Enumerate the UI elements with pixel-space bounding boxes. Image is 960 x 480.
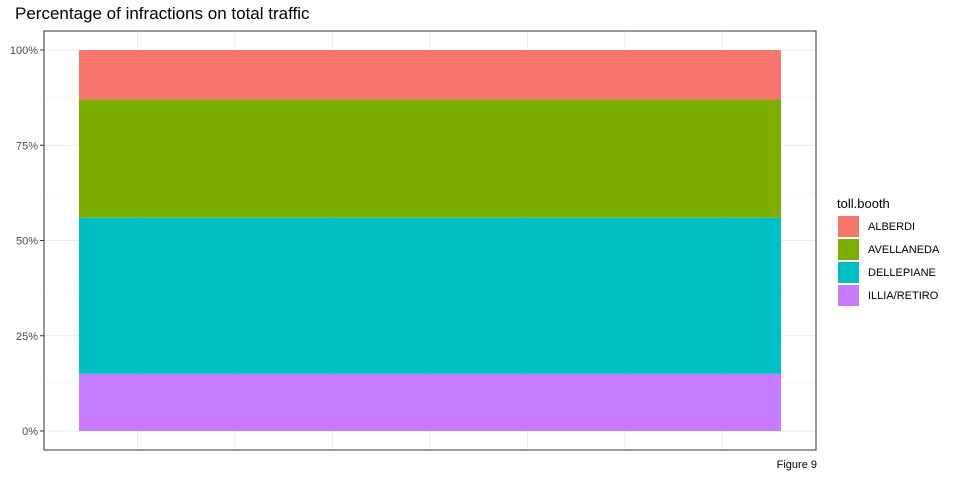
figure-caption: Figure 9 [776, 459, 817, 471]
plot-area: 0% 25% 50% 75% 100% [10, 30, 817, 451]
legend-item: AVELLANEDA [838, 238, 939, 261]
y-tick-label: 0% [22, 426, 38, 438]
legend-item: ILLIA/RETIRO [838, 284, 939, 307]
legend-title: toll.booth [837, 196, 890, 211]
legend-key [838, 285, 859, 306]
bar-segment-dellepiane [79, 217, 781, 374]
legend: toll.booth ALBERDI AVELLANEDA DELLEPIANE IL… [837, 196, 939, 307]
bar-segment-avellaneda [79, 99, 781, 218]
bar-segment-alberdi [79, 50, 781, 100]
y-tick-label: 50% [16, 236, 38, 248]
legend-key [838, 216, 859, 237]
y-tick-label: 75% [16, 140, 38, 152]
legend-item: DELLEPIANE [838, 261, 939, 284]
y-tick-label: 25% [16, 331, 38, 343]
legend-key [838, 239, 859, 260]
legend-label: ILLIA/RETIRO [868, 289, 939, 302]
legend-label: AVELLANEDA [868, 243, 940, 256]
y-tick-label: 100% [10, 45, 38, 57]
legend-label: ALBERDI [868, 220, 916, 233]
bar-segment-illia-retiro [79, 373, 781, 431]
legend-label: DELLEPIANE [868, 266, 936, 279]
legend-item: ALBERDI [838, 215, 939, 238]
legend-key [838, 262, 859, 283]
